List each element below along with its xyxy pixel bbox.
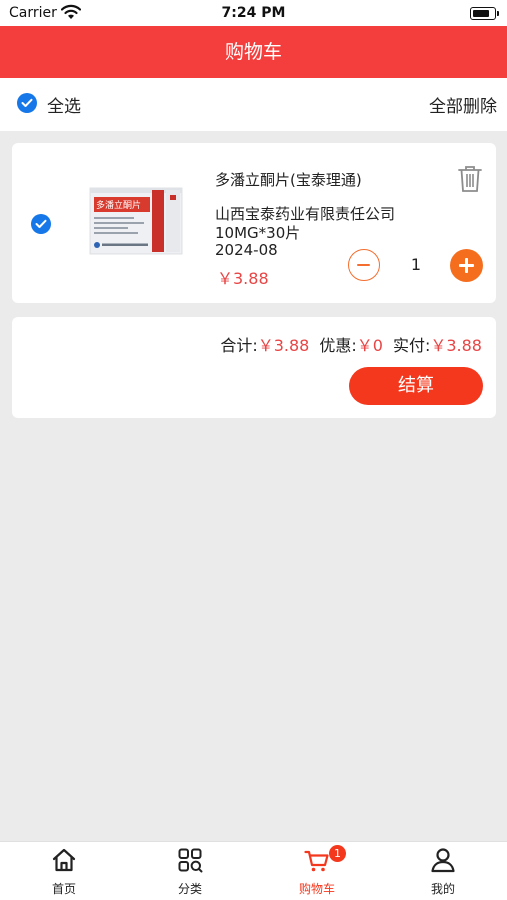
- tab-category-label: 分类: [177, 882, 202, 896]
- tab-category[interactable]: 分类: [127, 842, 253, 900]
- total-value: ￥3.88: [257, 336, 310, 355]
- home-icon: [52, 848, 76, 872]
- paid-value: ￥3.88: [430, 336, 482, 355]
- discount-label: 优惠:: [319, 336, 357, 355]
- status-bar: Carrier 7:24 PM: [0, 0, 507, 26]
- item-checkbox[interactable]: [31, 214, 51, 234]
- summary-line: 合计:￥3.88 优惠:￥0 实付:￥3.88: [220, 332, 482, 356]
- tab-cart[interactable]: 1 购物车: [254, 842, 380, 900]
- product-name[interactable]: 多潘立酮片(宝泰理通): [215, 169, 362, 190]
- tab-home[interactable]: 首页: [1, 842, 127, 900]
- select-all-label[interactable]: 全选: [47, 92, 81, 117]
- tab-home-label: 首页: [51, 882, 76, 896]
- status-time: 7:24 PM: [221, 5, 286, 21]
- page-title: 购物车: [0, 26, 507, 78]
- product-box-label: 多潘立酮片: [96, 199, 141, 211]
- battery-icon: [470, 7, 499, 20]
- delete-all-button[interactable]: 全部删除: [429, 92, 497, 117]
- tab-profile-label: 我的: [430, 882, 455, 896]
- user-icon: [431, 848, 455, 873]
- decrease-quantity-button[interactable]: [348, 249, 380, 281]
- trash-icon[interactable]: [457, 165, 483, 197]
- tab-bar: 首页 分类 1 购物车 我的: [0, 841, 507, 900]
- order-summary: 合计:￥3.88 优惠:￥0 实付:￥3.88 结算: [12, 317, 496, 418]
- increase-quantity-button[interactable]: [450, 249, 483, 282]
- product-date: 2024-08: [215, 241, 278, 259]
- product-manufacturer: 山西宝泰药业有限责任公司: [215, 205, 396, 223]
- tab-cart-label: 购物车: [298, 882, 335, 896]
- total-label: 合计:: [220, 336, 258, 355]
- quantity-value: 1: [410, 255, 422, 274]
- product-spec: 10MG*30片: [215, 224, 301, 242]
- checkmark-icon: [21, 98, 33, 107]
- product-image[interactable]: 多潘立酮片: [86, 186, 186, 256]
- cart-icon: [304, 850, 329, 872]
- select-all-checkbox[interactable]: [17, 93, 37, 113]
- cart-item: 多潘立酮片 多潘立酮片(宝泰理通) 山西宝泰药业有限责任公司 10MG*30片 …: [12, 143, 496, 303]
- category-icon: [178, 848, 203, 873]
- checkout-button[interactable]: 结算: [349, 367, 483, 405]
- product-price: ￥3.88: [217, 269, 269, 288]
- checkmark-icon: [35, 219, 47, 228]
- paid-label: 实付:: [392, 336, 431, 355]
- discount-value: ￥0: [356, 336, 383, 355]
- tab-profile[interactable]: 我的: [380, 842, 506, 900]
- select-all-bar: 全选 全部删除: [0, 78, 507, 131]
- cart-badge: 1: [329, 845, 346, 862]
